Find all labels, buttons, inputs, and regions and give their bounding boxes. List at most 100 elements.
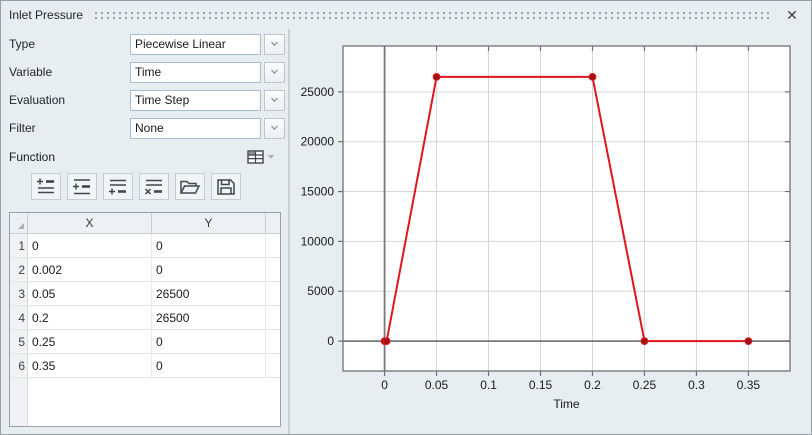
evaluation-combo[interactable]: Time Step xyxy=(130,89,285,111)
function-points-table[interactable]: X Y 1 0 0 2 0.002 0 3 0.05 26500 4 0.2 2… xyxy=(9,212,281,427)
table-view-menu-button[interactable] xyxy=(247,150,275,164)
cell-y[interactable]: 0 xyxy=(152,330,266,353)
function-plot-panel: 0 0.05 0.1 0.15 0.2 0.25 0.3 0.35 0 5000 10000 1500… xyxy=(290,29,811,434)
table-row[interactable]: 1 0 0 xyxy=(10,234,280,258)
cell-y[interactable]: 26500 xyxy=(152,282,266,305)
cell-filler xyxy=(266,306,280,329)
type-combo[interactable]: Piecewise Linear xyxy=(130,33,285,55)
type-value[interactable]: Piecewise Linear xyxy=(130,33,261,55)
field-row-type: Type Piecewise Linear xyxy=(9,33,288,55)
cell-filler xyxy=(266,354,280,377)
svg-text:5000: 5000 xyxy=(307,284,334,298)
variable-value[interactable]: Time xyxy=(130,61,261,83)
svg-text:25000: 25000 xyxy=(301,85,335,99)
evaluation-value[interactable]: Time Step xyxy=(130,89,261,111)
row-number[interactable]: 1 xyxy=(10,234,28,257)
cell-y[interactable]: 0 xyxy=(152,234,266,257)
svg-text:Time: Time xyxy=(553,397,580,411)
svg-text:0: 0 xyxy=(327,334,334,348)
open-function-button[interactable] xyxy=(175,173,205,200)
row-number[interactable]: 4 xyxy=(10,306,28,329)
variable-dropdown-button[interactable] xyxy=(264,61,285,83)
table-corner-cell[interactable] xyxy=(10,213,28,233)
svg-text:0.1: 0.1 xyxy=(480,378,497,392)
panel-content: Type Piecewise Linear Variable Time Eval… xyxy=(1,29,811,434)
cell-x[interactable]: 0 xyxy=(28,234,152,257)
delete-row-icon xyxy=(144,179,162,195)
field-row-evaluation: Evaluation Time Step xyxy=(9,89,288,111)
chevron-down-icon xyxy=(270,69,279,75)
evaluation-dropdown-button[interactable] xyxy=(264,89,285,111)
row-number-strip xyxy=(10,378,28,426)
inlet-pressure-panel: Inlet Pressure ✕ Type Piecewise Linear V… xyxy=(0,0,812,435)
type-dropdown-button[interactable] xyxy=(264,33,285,55)
row-number[interactable]: 5 xyxy=(10,330,28,353)
function-plot: 0 0.05 0.1 0.15 0.2 0.25 0.3 0.35 0 5000 10000 1500… xyxy=(301,45,791,411)
svg-text:20000: 20000 xyxy=(301,135,335,149)
table-row[interactable]: 3 0.05 26500 xyxy=(10,282,280,306)
table-row[interactable]: 5 0.25 0 xyxy=(10,330,280,354)
chevron-down-icon xyxy=(270,41,279,47)
column-header-y[interactable]: Y xyxy=(152,213,266,233)
type-label: Type xyxy=(9,37,36,51)
cell-x[interactable]: 0.002 xyxy=(28,258,152,281)
table-header-row: X Y xyxy=(10,213,280,234)
field-row-variable: Variable Time xyxy=(9,61,288,83)
cell-x[interactable]: 0.25 xyxy=(28,330,152,353)
svg-text:0: 0 xyxy=(381,378,388,392)
delete-row-button[interactable] xyxy=(139,173,169,200)
variable-label: Variable xyxy=(9,65,53,79)
insert-row-first-button[interactable] xyxy=(31,173,61,200)
properties-panel: Type Piecewise Linear Variable Time Eval… xyxy=(1,29,288,434)
variable-combo[interactable]: Time xyxy=(130,61,285,83)
cell-x[interactable]: 0.05 xyxy=(28,282,152,305)
table-empty-area xyxy=(10,378,280,426)
cell-x[interactable]: 0.2 xyxy=(28,306,152,329)
svg-text:0.25: 0.25 xyxy=(633,378,657,392)
append-row-button[interactable] xyxy=(103,173,133,200)
close-icon[interactable]: ✕ xyxy=(782,5,802,25)
row-number[interactable]: 2 xyxy=(10,258,28,281)
cell-y[interactable]: 26500 xyxy=(152,306,266,329)
column-header-filler xyxy=(266,213,280,233)
column-header-x[interactable]: X xyxy=(28,213,152,233)
cell-filler xyxy=(266,282,280,305)
table-row[interactable]: 2 0.002 0 xyxy=(10,258,280,282)
table-row[interactable]: 6 0.35 0 xyxy=(10,354,280,378)
cell-filler xyxy=(266,330,280,353)
filter-value[interactable]: None xyxy=(130,117,261,139)
svg-text:15000: 15000 xyxy=(301,185,335,199)
open-file-icon xyxy=(179,180,201,194)
insert-row-above-button[interactable] xyxy=(67,173,97,200)
cell-y[interactable]: 0 xyxy=(152,258,266,281)
chevron-down-icon xyxy=(270,125,279,131)
evaluation-label: Evaluation xyxy=(9,93,66,107)
grid-corner-icon xyxy=(18,223,24,229)
table-row[interactable]: 4 0.2 26500 xyxy=(10,306,280,330)
function-label: Function xyxy=(9,150,56,164)
cell-x[interactable]: 0.35 xyxy=(28,354,152,377)
filter-dropdown-button[interactable] xyxy=(264,117,285,139)
drag-handle-dots[interactable] xyxy=(95,12,770,19)
panel-titlebar: Inlet Pressure ✕ xyxy=(1,1,811,29)
row-number[interactable]: 6 xyxy=(10,354,28,377)
chevron-down-icon xyxy=(267,155,275,159)
cell-y[interactable]: 0 xyxy=(152,354,266,377)
svg-text:10000: 10000 xyxy=(301,234,335,248)
filter-label: Filter xyxy=(9,121,36,135)
function-section-header: Function xyxy=(9,147,288,167)
svg-text:0.05: 0.05 xyxy=(425,378,449,392)
save-function-button[interactable] xyxy=(211,173,241,200)
row-number[interactable]: 3 xyxy=(10,282,28,305)
panel-title: Inlet Pressure xyxy=(9,8,84,22)
svg-text:0.3: 0.3 xyxy=(688,378,705,392)
table-grid-icon xyxy=(247,150,264,164)
append-row-icon xyxy=(109,179,126,194)
svg-text:0.2: 0.2 xyxy=(584,378,601,392)
field-row-filter: Filter None xyxy=(9,117,288,139)
filter-combo[interactable]: None xyxy=(130,117,285,139)
cell-filler xyxy=(266,234,280,257)
save-file-icon xyxy=(217,178,235,195)
insert-row-above-icon xyxy=(73,178,90,194)
chevron-down-icon xyxy=(270,97,279,103)
